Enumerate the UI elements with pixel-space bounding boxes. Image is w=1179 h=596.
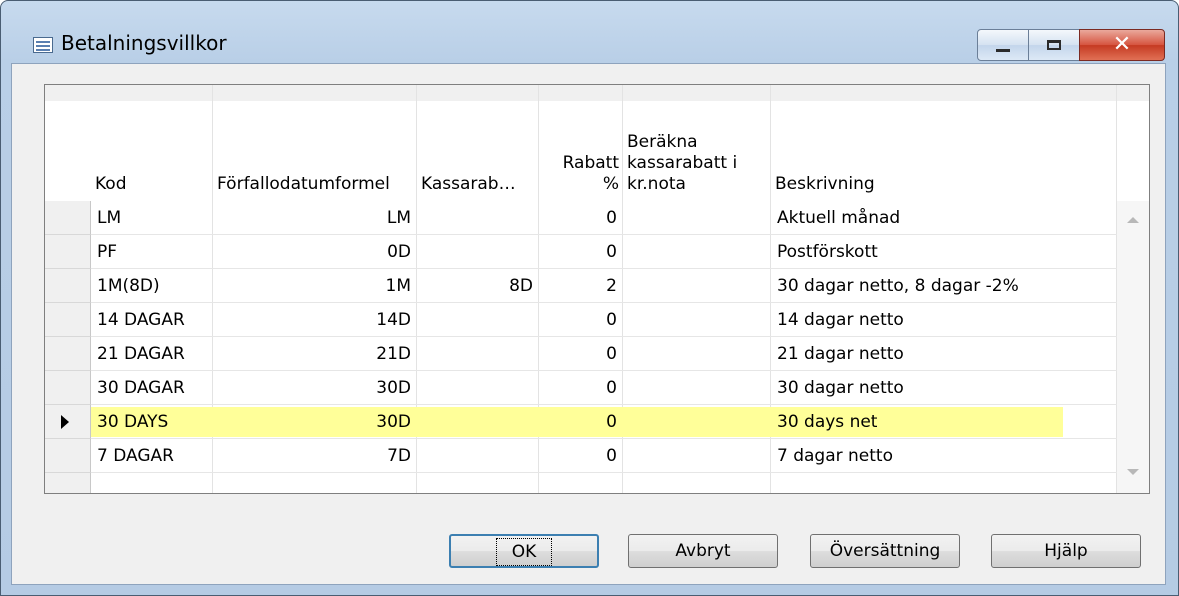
ok-button-label: OK [495, 538, 553, 566]
cell-beskrivning[interactable]: 30 days net [771, 405, 1117, 439]
cell-beskrivning[interactable]: 30 dagar netto, 8 dagar -2% [771, 269, 1117, 303]
row-selector[interactable] [45, 405, 91, 439]
table-row[interactable]: 14 DAGAR 14D 0 14 dagar netto [45, 303, 1117, 337]
cell-kassarab[interactable] [417, 439, 539, 473]
cell-kod[interactable]: 1M(8D) [91, 269, 213, 303]
cell-kod[interactable]: 21 DAGAR [91, 337, 213, 371]
column-header-berakna[interactable]: Beräkna kassarabatt i kr.nota [623, 101, 771, 201]
table-row[interactable]: 7 DAGAR 7D 0 7 dagar netto [45, 439, 1117, 473]
cell-formel[interactable]: 0D [213, 235, 417, 269]
cell-kod[interactable]: PF [91, 235, 213, 269]
cell-berakna[interactable] [623, 235, 771, 269]
table-row[interactable]: PF 0D 0 Postförskott [45, 235, 1117, 269]
row-selector[interactable] [45, 303, 91, 337]
translation-button[interactable]: Översättning [810, 534, 960, 568]
close-button[interactable]: ✕ [1079, 29, 1165, 61]
cell-formel[interactable]: 30D [213, 405, 417, 439]
maximize-button[interactable] [1028, 29, 1080, 61]
ok-button[interactable]: OK [449, 534, 599, 568]
cell-berakna[interactable] [623, 405, 771, 439]
cell-kod[interactable]: 7 DAGAR [91, 439, 213, 473]
cell-formel[interactable]: 30D [213, 371, 417, 405]
cell-rabatt[interactable]: 2 [539, 269, 623, 303]
table-icon [33, 37, 53, 53]
cancel-button[interactable]: Avbryt [628, 534, 778, 568]
row-selector[interactable] [45, 337, 91, 371]
close-icon: ✕ [1112, 32, 1132, 57]
row-selector[interactable] [45, 201, 91, 235]
cell-rabatt[interactable]: 0 [539, 235, 623, 269]
table-row-empty[interactable] [45, 473, 1117, 493]
cell-kassarab[interactable] [417, 337, 539, 371]
cell-beskrivning[interactable]: 7 dagar netto [771, 439, 1117, 473]
cell-kassarab[interactable] [417, 303, 539, 337]
cell-formel[interactable]: LM [213, 201, 417, 235]
help-button[interactable]: Hjälp [991, 534, 1141, 568]
cell-rabatt[interactable]: 0 [539, 337, 623, 371]
cell-kod[interactable]: 14 DAGAR [91, 303, 213, 337]
row-selector[interactable] [45, 269, 91, 303]
cell-kassarab[interactable] [417, 371, 539, 405]
row-selector[interactable] [45, 439, 91, 473]
cell-beskrivning[interactable]: Postförskott [771, 235, 1117, 269]
scroll-down-arrow-icon[interactable] [1127, 469, 1139, 475]
vertical-scrollbar[interactable] [1117, 201, 1149, 493]
column-header-kod[interactable]: Kod [91, 101, 213, 201]
cell-beskrivning[interactable]: Aktuell månad [771, 201, 1117, 235]
cell-berakna[interactable] [623, 269, 771, 303]
scroll-up-arrow-icon[interactable] [1127, 217, 1139, 223]
cell-formel[interactable]: 14D [213, 303, 417, 337]
cell-kod[interactable]: 30 DAGAR [91, 371, 213, 405]
cell-formel[interactable]: 21D [213, 337, 417, 371]
minimize-icon [996, 48, 1010, 52]
cell-berakna[interactable] [623, 371, 771, 405]
cell-berakna[interactable] [623, 201, 771, 235]
cell-kod[interactable]: LM [91, 201, 213, 235]
table-row[interactable]: 30 DAYS 30D 0 30 days net [45, 405, 1117, 439]
current-row-pointer-icon [61, 415, 69, 429]
column-header-rabatt[interactable]: Rabatt % [539, 101, 623, 201]
cell-kassarab[interactable] [417, 405, 539, 439]
table-row[interactable]: 30 DAGAR 30D 0 30 dagar netto [45, 371, 1117, 405]
cell-berakna[interactable] [623, 303, 771, 337]
cell-beskrivning[interactable]: 14 dagar netto [771, 303, 1117, 337]
cell-berakna[interactable] [623, 337, 771, 371]
cell-rabatt[interactable]: 0 [539, 371, 623, 405]
cell-kassarab[interactable] [417, 201, 539, 235]
cell-formel[interactable]: 1M [213, 269, 417, 303]
cell-rabatt[interactable]: 0 [539, 303, 623, 337]
row-selector[interactable] [45, 473, 91, 493]
cell-berakna[interactable] [623, 439, 771, 473]
dialog-body: Kod Förfallodatumformel Kassarab… Rabatt % B… [11, 63, 1166, 585]
maximize-icon [1047, 40, 1061, 50]
cell-kod[interactable]: 30 DAYS [91, 405, 213, 439]
minimize-button[interactable] [977, 29, 1029, 61]
cell-beskrivning[interactable]: 21 dagar netto [771, 337, 1117, 371]
table-row[interactable]: 21 DAGAR 21D 0 21 dagar netto [45, 337, 1117, 371]
table-row[interactable]: 1M(8D) 1M 8D 2 30 dagar netto, 8 dagar -2% [45, 269, 1117, 303]
column-header-kassarab[interactable]: Kassarab… [417, 101, 539, 201]
cell-kassarab[interactable] [417, 235, 539, 269]
cell-beskrivning[interactable]: 30 dagar netto [771, 371, 1117, 405]
column-header-formel[interactable]: Förfallodatumformel [213, 101, 417, 201]
column-header-beskrivning[interactable]: Beskrivning [771, 101, 1117, 201]
row-selector[interactable] [45, 371, 91, 405]
cell-rabatt[interactable]: 0 [539, 439, 623, 473]
title-bar[interactable]: Betalningsvillkor ✕ [1, 1, 1178, 63]
cell-rabatt[interactable]: 0 [539, 201, 623, 235]
dialog-window: Betalningsvillkor ✕ Kod Förfallodatumform… [0, 0, 1179, 596]
window-title: Betalningsvillkor [61, 31, 227, 55]
table-row[interactable]: LM LM 0 Aktuell månad [45, 201, 1117, 235]
row-selector[interactable] [45, 235, 91, 269]
cell-rabatt[interactable]: 0 [539, 405, 623, 439]
payment-terms-grid[interactable]: Kod Förfallodatumformel Kassarab… Rabatt % B… [44, 84, 1150, 494]
cell-formel[interactable]: 7D [213, 439, 417, 473]
cell-kassarab[interactable]: 8D [417, 269, 539, 303]
